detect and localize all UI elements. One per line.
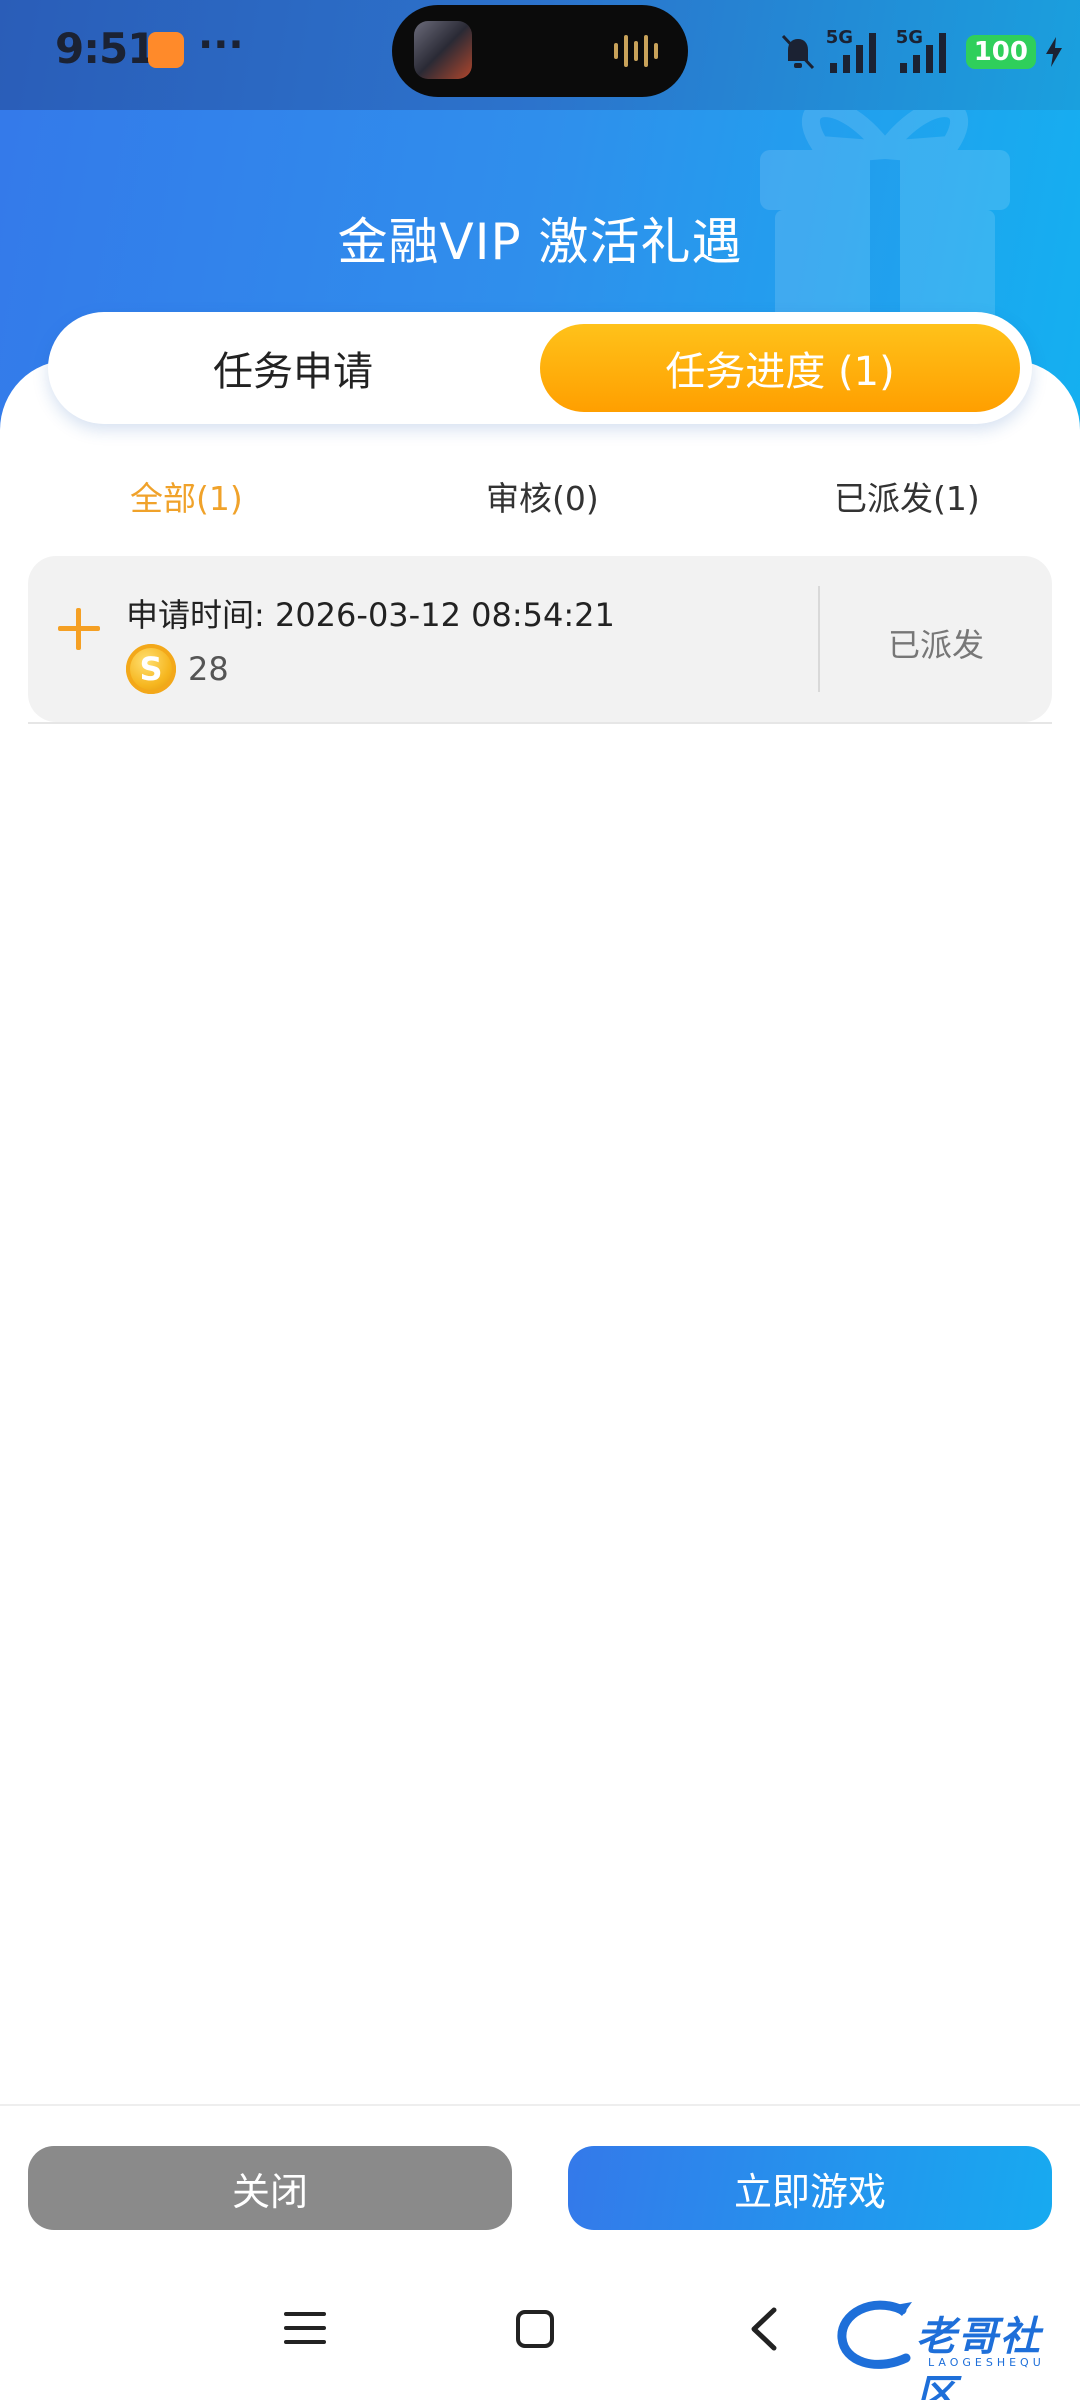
filter-tab-all[interactable]: 全部(1): [130, 472, 243, 520]
tab-task-progress[interactable]: 任务进度 (1): [540, 324, 1020, 412]
back-icon[interactable]: [748, 2306, 778, 2352]
status-bar: 9:51 ··· 5G 5G 100: [0, 0, 1080, 110]
filter-tab-review[interactable]: 审核(0): [486, 472, 599, 520]
page-title: 金融VIP 激活礼遇: [337, 213, 743, 271]
dynamic-island[interactable]: [392, 5, 688, 97]
home-icon[interactable]: [516, 2310, 554, 2348]
footer-divider: [0, 2104, 1080, 2106]
list-divider: [28, 722, 1052, 724]
tab-task-apply[interactable]: 任务申请: [68, 324, 518, 412]
filter-tab-dispatched[interactable]: 已派发(1): [834, 472, 980, 520]
coin-amount: 28: [188, 650, 229, 688]
menu-icon[interactable]: [284, 2310, 326, 2346]
coin-icon: S: [126, 644, 176, 694]
signal-1: 5G: [826, 27, 886, 77]
expand-plus-icon[interactable]: [58, 608, 100, 650]
record-status: 已派发: [887, 626, 984, 664]
signal-bars-icon: [899, 33, 946, 73]
signal-bars-icon: [829, 33, 876, 73]
watermark-subtext: LAOGESHEQU: [928, 2356, 1045, 2369]
play-now-button[interactable]: 立即游戏: [568, 2146, 1052, 2230]
apply-time: 申请时间: 2026-03-12 08:54:21: [126, 596, 615, 634]
dragon-logo-icon: [837, 2300, 912, 2369]
watermark-text: 老哥社区: [916, 2314, 1042, 2400]
notification-app-icon: [148, 32, 184, 68]
more-notifications-indicator: ···: [198, 22, 244, 68]
status-icons: 5G 5G 100: [780, 22, 1062, 82]
bell-muted-icon: [781, 34, 814, 70]
close-button[interactable]: 关闭: [28, 2146, 512, 2230]
charging-icon: [1046, 37, 1062, 67]
watermark-logo: 老哥社区 LAOGESHEQU: [832, 2296, 1068, 2400]
battery-level: 100: [965, 35, 1036, 69]
media-thumbnail: [414, 21, 472, 79]
signal-2: 5G: [896, 27, 956, 77]
status-time: 9:51: [55, 24, 156, 73]
task-record-card[interactable]: 申请时间: 2026-03-12 08:54:21 S 28 已派发: [28, 556, 1052, 722]
main-tab-switch: 任务申请 任务进度 (1): [48, 312, 1032, 424]
audio-wave-icon: [614, 35, 658, 67]
